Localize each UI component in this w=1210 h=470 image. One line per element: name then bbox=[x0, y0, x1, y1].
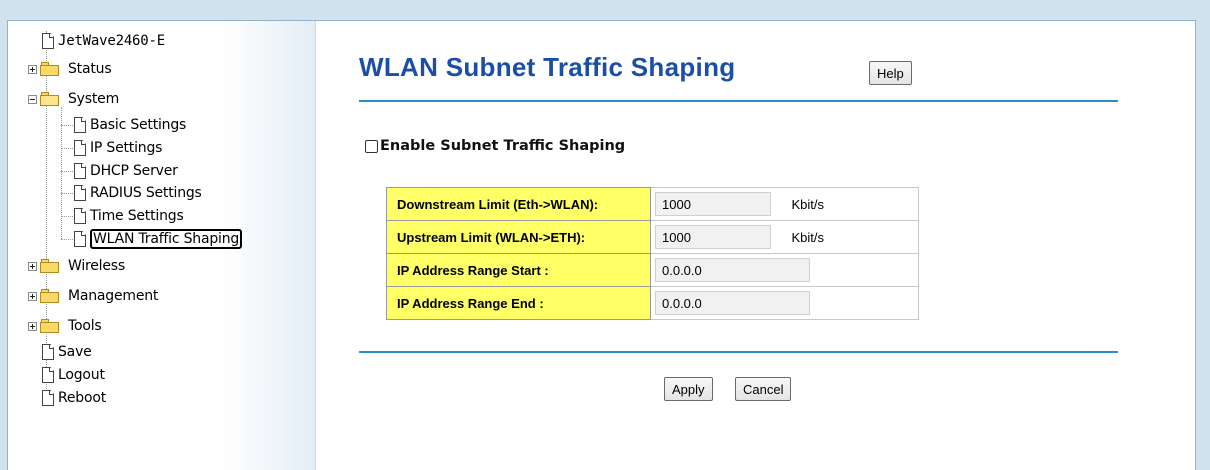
folder-icon bbox=[40, 62, 60, 76]
expand-plus-icon[interactable] bbox=[28, 321, 37, 331]
sidebar-item-ip-settings[interactable]: IP Settings bbox=[74, 138, 162, 158]
folder-icon bbox=[40, 319, 60, 333]
sidebar-tree: JetWave2460-E Status System Basic Settin… bbox=[8, 21, 316, 470]
sidebar-item-label: Status bbox=[68, 61, 112, 77]
sidebar-item-tools[interactable]: Tools bbox=[28, 316, 102, 336]
upstream-limit-label: Upstream Limit (WLAN->ETH): bbox=[386, 220, 651, 254]
page-title: WLAN Subnet Traffic Shaping bbox=[359, 52, 736, 82]
value-cell: 1000 Kbit/s bbox=[650, 187, 919, 221]
tree-line bbox=[61, 239, 73, 240]
sidebar-item-management[interactable]: Management bbox=[28, 286, 158, 306]
sidebar-item-system[interactable]: System bbox=[28, 89, 119, 109]
page-icon bbox=[74, 208, 86, 224]
ip-range-start-input[interactable]: 0.0.0.0 bbox=[655, 258, 810, 282]
sidebar-item-label: Basic Settings bbox=[90, 117, 187, 133]
tree-line bbox=[61, 216, 73, 217]
ip-range-end-input[interactable]: 0.0.0.0 bbox=[655, 291, 810, 315]
downstream-limit-label: Downstream Limit (Eth->WLAN): bbox=[386, 187, 651, 221]
sidebar-item-label: System bbox=[68, 91, 120, 107]
page-icon bbox=[74, 163, 86, 179]
page-icon bbox=[42, 367, 54, 383]
downstream-limit-input[interactable]: 1000 bbox=[655, 192, 771, 216]
sidebar-item-label: IP Settings bbox=[90, 140, 163, 156]
sidebar-item-label: Save bbox=[58, 344, 92, 360]
value-cell: 1000 Kbit/s bbox=[650, 220, 919, 254]
enable-label: Enable Subnet Traffic Shaping bbox=[380, 138, 626, 154]
tree-root-label: JetWave2460-E bbox=[58, 33, 165, 49]
cancel-button[interactable]: Cancel bbox=[735, 377, 792, 401]
sidebar-item-status[interactable]: Status bbox=[28, 59, 112, 79]
page-icon bbox=[74, 231, 86, 247]
sidebar-item-time-settings[interactable]: Time Settings bbox=[74, 206, 184, 226]
page-icon bbox=[74, 117, 86, 133]
sidebar-item-logout[interactable]: Logout bbox=[42, 365, 105, 385]
divider bbox=[359, 100, 1118, 102]
tree-line bbox=[61, 193, 73, 194]
open-folder-icon bbox=[40, 92, 60, 106]
sidebar-item-label: Wireless bbox=[68, 258, 125, 274]
apply-button[interactable]: Apply bbox=[664, 377, 713, 401]
sidebar-item-label: Reboot bbox=[58, 390, 107, 406]
tree-line bbox=[61, 171, 73, 172]
folder-icon bbox=[40, 289, 60, 303]
tree-line bbox=[61, 148, 73, 149]
page-icon bbox=[42, 344, 54, 360]
enable-subnet-traffic-shaping[interactable]: Enable Subnet Traffic Shaping bbox=[365, 138, 625, 154]
sidebar-item-label: RADIUS Settings bbox=[90, 185, 202, 201]
page-icon bbox=[42, 33, 54, 49]
tree-line bbox=[61, 125, 73, 126]
sidebar-item-label-selected: WLAN Traffic Shaping bbox=[90, 229, 243, 249]
folder-icon bbox=[40, 259, 60, 273]
sidebar-item-wireless[interactable]: Wireless bbox=[28, 256, 125, 276]
expand-plus-icon[interactable] bbox=[28, 261, 37, 271]
expand-plus-icon[interactable] bbox=[28, 64, 37, 74]
page-icon bbox=[74, 185, 86, 201]
ip-range-end-label: IP Address Range End : bbox=[386, 286, 651, 320]
unit-label: Kbit/s bbox=[791, 229, 824, 245]
sidebar-item-label: Logout bbox=[58, 367, 105, 383]
upstream-limit-input[interactable]: 1000 bbox=[655, 225, 771, 249]
sidebar-item-label: DHCP Server bbox=[90, 163, 178, 179]
collapse-minus-icon[interactable] bbox=[28, 94, 37, 104]
tree-root[interactable]: JetWave2460-E bbox=[42, 31, 165, 51]
sidebar-item-save[interactable]: Save bbox=[42, 342, 92, 362]
ip-range-start-label: IP Address Range Start : bbox=[386, 253, 651, 287]
page-icon bbox=[42, 390, 54, 406]
page-icon bbox=[74, 140, 86, 156]
tree-line bbox=[61, 107, 62, 239]
value-cell: 0.0.0.0 bbox=[650, 253, 919, 287]
help-button[interactable]: Help bbox=[869, 61, 912, 85]
settings-table: Downstream Limit (Eth->WLAN): 1000 Kbit/… bbox=[386, 187, 919, 320]
sidebar-item-wlan-traffic-shaping[interactable]: WLAN Traffic Shaping bbox=[74, 229, 243, 249]
table-row: Downstream Limit (Eth->WLAN): 1000 Kbit/… bbox=[386, 187, 919, 221]
sidebar-item-label: Tools bbox=[68, 318, 102, 334]
sidebar-item-label: Management bbox=[68, 288, 159, 304]
unit-label: Kbit/s bbox=[791, 196, 824, 212]
main-content: WLAN Subnet Traffic Shaping Help Enable … bbox=[317, 21, 1195, 470]
expand-plus-icon[interactable] bbox=[28, 291, 37, 301]
table-row: Upstream Limit (WLAN->ETH): 1000 Kbit/s bbox=[386, 220, 919, 254]
sidebar-item-radius-settings[interactable]: RADIUS Settings bbox=[74, 183, 202, 203]
app-frame: JetWave2460-E Status System Basic Settin… bbox=[7, 20, 1196, 470]
sidebar-item-reboot[interactable]: Reboot bbox=[42, 388, 106, 408]
sidebar-item-basic-settings[interactable]: Basic Settings bbox=[74, 115, 186, 135]
table-row: IP Address Range Start : 0.0.0.0 bbox=[386, 253, 919, 287]
enable-checkbox[interactable] bbox=[365, 139, 378, 153]
table-row: IP Address Range End : 0.0.0.0 bbox=[386, 286, 919, 320]
sidebar-item-dhcp-server[interactable]: DHCP Server bbox=[74, 161, 178, 181]
divider bbox=[359, 351, 1118, 353]
value-cell: 0.0.0.0 bbox=[650, 286, 919, 320]
sidebar-item-label: Time Settings bbox=[90, 208, 184, 224]
